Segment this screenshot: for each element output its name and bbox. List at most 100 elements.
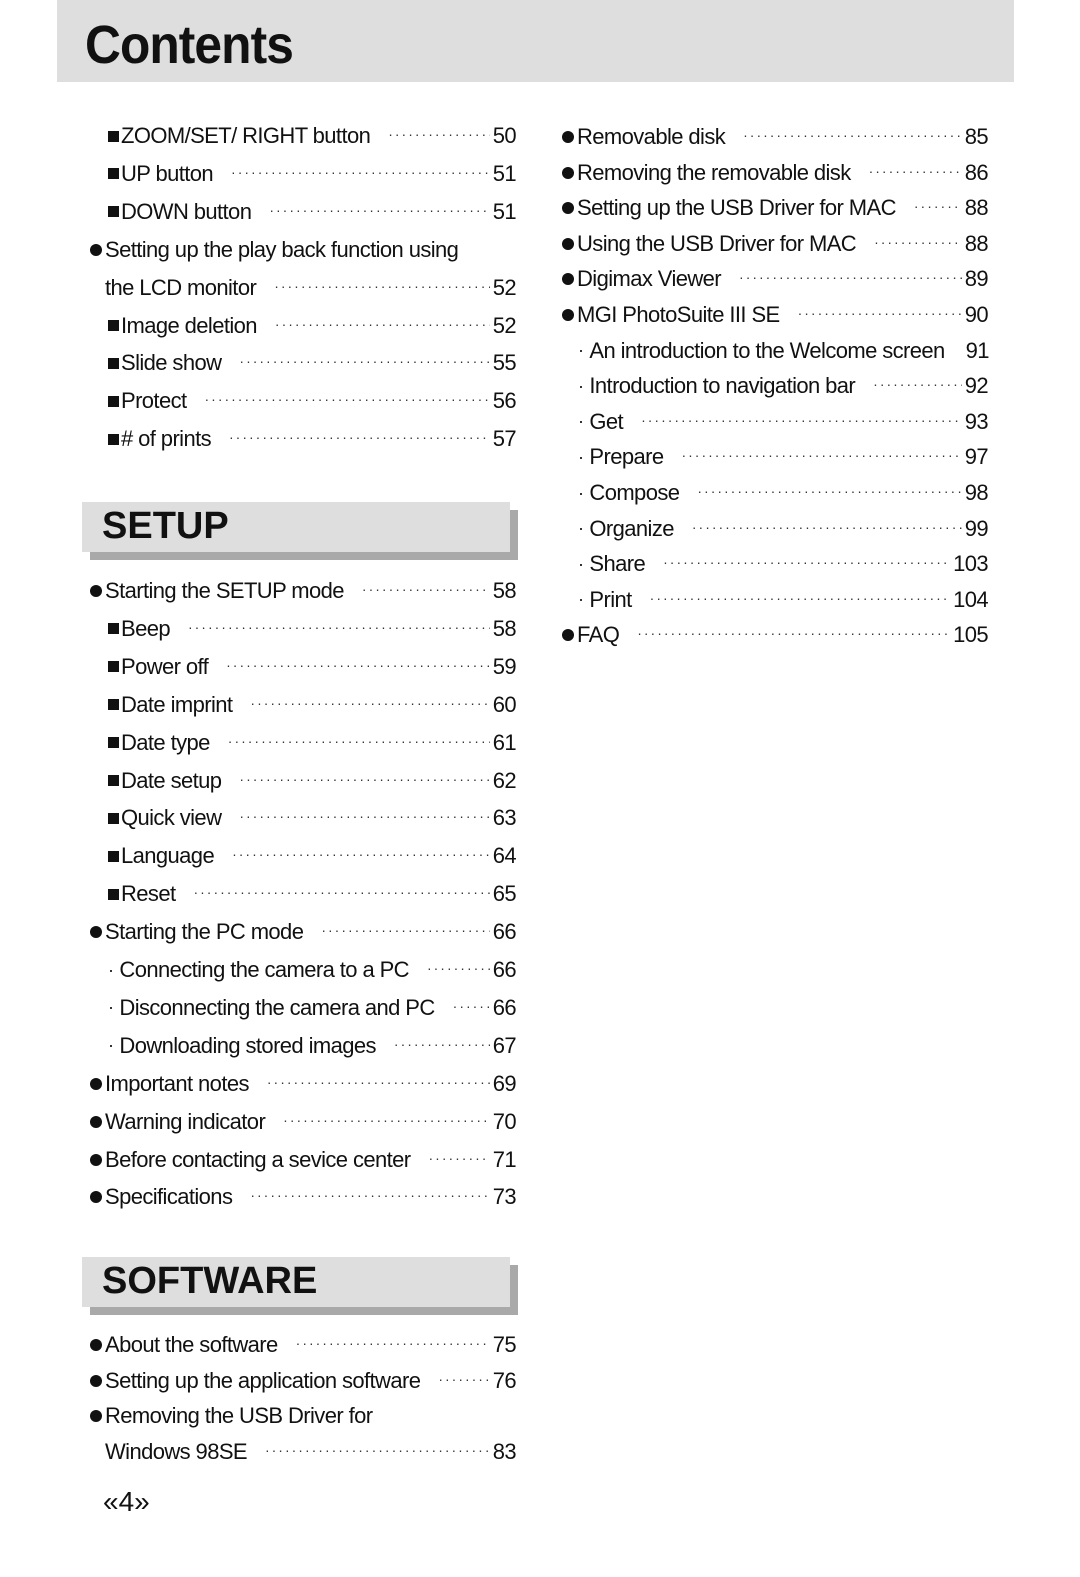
toc-entry[interactable]: Removing the removable disk 86 — [560, 155, 989, 191]
dot-leader — [239, 808, 489, 824]
toc-entry[interactable]: Setting up the play back function using — [88, 232, 516, 268]
toc-entry[interactable]: · Introduction to navigation bar 92 — [560, 368, 989, 404]
toc-entry[interactable]: · An introduction to the Welcome screen 91 — [560, 333, 990, 369]
toc-entry-label: Downloading stored images — [119, 1032, 376, 1058]
toc-entry[interactable]: MGI PhotoSuite III SE 90 — [560, 297, 989, 333]
toc-entry[interactable]: Warning indicator 70 — [88, 1104, 517, 1140]
toc-entry[interactable]: Windows 98SE 83 — [88, 1434, 517, 1470]
toc-entry-page: 90 — [964, 302, 989, 327]
page-number-value: 4 — [118, 1486, 135, 1517]
toc-entry-label: Introduction to navigation bar — [589, 373, 856, 399]
toc-entry-page: 86 — [964, 159, 989, 185]
toc-entry[interactable]: Starting the PC mode 66 — [88, 914, 517, 950]
toc-entry[interactable]: UP button 51 — [88, 156, 517, 192]
toc-entry-label: Organize — [589, 515, 674, 541]
toc-entry[interactable]: Protect 56 — [88, 383, 517, 419]
bullet-circle-icon — [562, 629, 574, 642]
dot-leader — [429, 1150, 490, 1166]
toc-entry[interactable]: Date type 61 — [88, 725, 517, 761]
toc-entry-label: # of prints — [121, 426, 212, 452]
toc-entry[interactable]: Important notes 69 — [88, 1066, 517, 1102]
toc-entry[interactable]: Starting the SETUP mode 58 — [88, 573, 517, 609]
toc-entry[interactable]: Specifications 73 — [88, 1179, 517, 1215]
toc-entry[interactable]: Setting up the application software 76 — [88, 1363, 517, 1399]
toc-entry[interactable]: ·Organize 99 — [560, 511, 989, 547]
toc-entry-page: 66 — [492, 994, 517, 1020]
toc-entry[interactable]: ZOOM/SET/ RIGHT button 50 — [88, 118, 517, 154]
toc-entry-label: Removing the removable disk — [577, 159, 851, 185]
dot-leader — [274, 278, 490, 294]
toc-entry[interactable]: ·Compose 98 — [560, 475, 989, 511]
bullet-dot-icon: · — [578, 589, 584, 610]
toc-entry-page: 73 — [492, 1184, 517, 1210]
toc-entry[interactable]: ·Downloading stored images 67 — [88, 1028, 517, 1064]
toc-entry[interactable]: ·Print 104 — [560, 582, 989, 618]
toc-entry-page: 103 — [953, 551, 989, 577]
dot-leader — [427, 960, 490, 976]
dot-leader — [265, 1442, 490, 1458]
toc-entry[interactable]: FAQ 105 — [560, 617, 989, 653]
toc-entry-label: Compose — [589, 480, 680, 505]
toc-entry-page: 56 — [492, 388, 517, 414]
toc-entry[interactable]: Reset 65 — [88, 876, 517, 912]
toc-entry[interactable]: Setting up the USB Driver for MAC 88 — [560, 190, 989, 226]
contents-header: Contents — [57, 0, 1014, 82]
toc-entry[interactable]: Language 64 — [88, 838, 517, 874]
toc-entry[interactable]: Before contacting a sevice center 71 — [88, 1142, 517, 1178]
toc-entry[interactable]: Using the USB Driver for MAC 88 — [560, 226, 989, 262]
toc-entry[interactable]: Slide show 55 — [88, 345, 517, 381]
toc-entry[interactable]: Image deletion 52 — [88, 308, 517, 344]
toc-entry[interactable]: Date setup 62 — [88, 763, 517, 799]
toc-entry[interactable]: DOWN button 51 — [88, 194, 517, 230]
toc-entry-label: Setting up the USB Driver for MAC — [577, 195, 896, 221]
page-title: Contents — [85, 15, 294, 75]
toc-entry[interactable]: Date imprint 60 — [88, 687, 517, 723]
toc-entry[interactable]: Quick view 63 — [88, 800, 517, 836]
toc-entry-label: Before contacting a sevice center — [105, 1146, 411, 1172]
toc-entry[interactable]: Digimax Viewer 89 — [560, 261, 989, 297]
toc-entry-label: MGI PhotoSuite III SE — [577, 302, 780, 327]
toc-entry-label: Quick view — [121, 805, 222, 831]
dot-leader — [873, 376, 962, 392]
toc-entry[interactable]: ·Disconnecting the camera and PC 66 — [88, 990, 517, 1026]
toc-entry[interactable]: ·Share 103 — [560, 546, 989, 582]
dot-leader — [296, 1335, 490, 1351]
bullet-circle-icon — [90, 1339, 102, 1351]
bullet-circle-icon — [562, 131, 574, 143]
dot-leader — [874, 234, 962, 250]
section-header-software: SOFTWARE — [82, 1257, 518, 1315]
toc-entry[interactable]: ·Get 93 — [560, 404, 989, 440]
toc-entry[interactable]: Power off 59 — [88, 649, 517, 685]
toc-entry-label: Warning indicator — [105, 1108, 266, 1134]
bullet-dot-icon: · — [578, 411, 584, 432]
dot-leader — [438, 1371, 489, 1387]
bullet-dot-icon: · — [108, 959, 114, 980]
bullet-circle-icon — [90, 1115, 102, 1128]
toc-entry[interactable]: About the software 75 — [88, 1327, 517, 1363]
toc-entry-label: Date imprint — [121, 691, 233, 717]
bullet-circle-icon — [562, 309, 574, 321]
dot-leader — [321, 922, 489, 938]
toc-entry-label: FAQ — [577, 622, 620, 648]
bullet-square-icon — [108, 395, 119, 407]
toc-entry[interactable]: ·Connecting the camera to a PC 66 — [88, 952, 517, 988]
toc-entry[interactable]: # of prints 57 — [88, 421, 517, 457]
toc-entry[interactable]: Beep 58 — [88, 611, 517, 647]
toc-entry-page: 67 — [492, 1032, 517, 1058]
toc-entry-label: Slide show — [121, 350, 222, 376]
dot-leader — [232, 846, 490, 862]
toc-entry[interactable]: the LCD monitor 52 — [88, 270, 517, 306]
bullet-circle-icon — [562, 237, 574, 250]
toc-entry-label: Removing the USB Driver for — [105, 1403, 373, 1429]
dot-leader — [188, 619, 490, 635]
toc-entry[interactable]: Removing the USB Driver for — [88, 1398, 516, 1434]
toc-entry-page: 51 — [492, 198, 517, 224]
dot-leader — [205, 391, 490, 407]
toc-entry-page: 61 — [492, 729, 517, 755]
toc-entry-label: Digimax Viewer — [577, 266, 722, 292]
toc-entry-label: Windows 98SE — [105, 1438, 248, 1464]
bullet-square-icon — [108, 206, 119, 218]
bullet-circle-icon — [90, 1410, 102, 1423]
toc-entry[interactable]: Removable disk 85 — [560, 119, 989, 155]
toc-entry[interactable]: ·Prepare 97 — [560, 439, 989, 475]
